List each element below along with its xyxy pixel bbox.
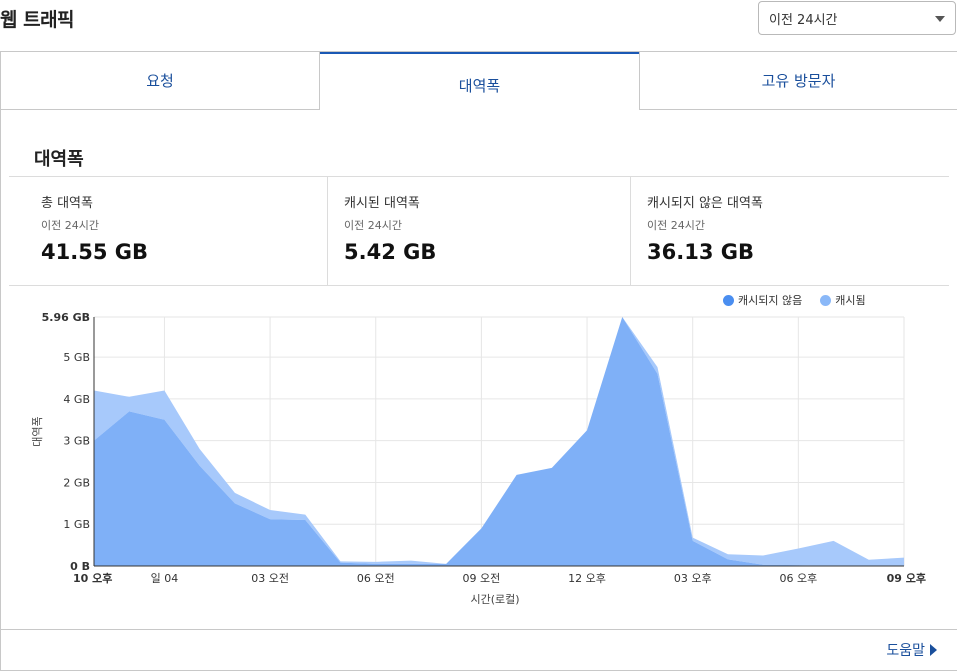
x-tick-label: 03 오전 [251,572,289,585]
y-tick-label: 2 GB [63,476,90,489]
x-tick-label: 10 오후 [73,571,112,585]
chevron-down-icon [935,16,945,22]
time-range-select[interactable]: 이전 24시간 [758,1,956,35]
x-tick-label: 06 오전 [357,572,395,585]
y-tick-label: 3 GB [63,435,90,448]
time-range-value: 이전 24시간 [769,12,838,28]
y-tick-label: 5.96 GB [42,311,90,324]
caret-right-icon [930,644,937,656]
bandwidth-area-chart: 0 B1 GB2 GB3 GB4 GB5 GB5.96 GB10 오후 일 04 0… [31,311,926,606]
y-axis-title: 대역폭 [31,416,44,446]
help-link[interactable]: 도움말 [886,640,937,660]
panel-footer: 도움말 [1,629,957,671]
y-tick-label: 5 GB [63,351,90,364]
x-tick-label: 일 04 [151,571,179,585]
x-tick-label: 12 오후 [568,572,606,585]
y-tick-label: 4 GB [63,393,90,406]
help-label: 도움말 [886,643,925,659]
x-axis-title: 시간(로컬) [470,593,519,606]
x-tick-label: 03 오후 [674,572,712,585]
traffic-panel: 요청 대역폭 고유 방문자 대역폭 총 대역폭 이전 24시간 41.55 GB… [0,51,957,671]
page-title: 웹 트래픽 [0,9,75,31]
series-area-uncached [94,317,904,566]
y-tick-label: 1 GB [63,518,90,531]
x-tick-label: 09 오전 [463,572,501,585]
x-tick-label: 09 오후 [887,571,926,585]
x-tick-label: 06 오후 [779,572,817,585]
